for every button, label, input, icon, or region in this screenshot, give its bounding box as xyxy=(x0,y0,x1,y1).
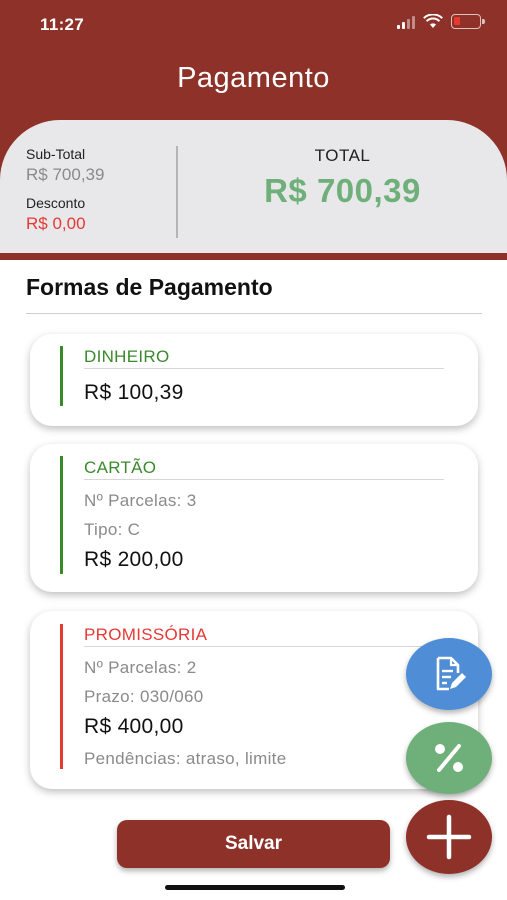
pending-text: Pendências: atraso, limite xyxy=(84,749,287,768)
status-bar-indicator xyxy=(60,624,63,769)
battery-icon xyxy=(451,14,485,29)
payment-method-name: DINHEIRO xyxy=(84,347,170,366)
summary-total: TOTAL R$ 700,39 xyxy=(178,146,507,210)
payment-amount: R$ 100,39 xyxy=(84,381,184,404)
percent-icon xyxy=(435,744,463,772)
subtotal-label: Sub-Total xyxy=(26,146,86,162)
home-indicator[interactable] xyxy=(165,885,345,890)
plus-icon xyxy=(426,814,472,860)
status-icons xyxy=(397,14,485,29)
summary-panel: Sub-Total R$ 700,39 Desconto R$ 0,00 TOT… xyxy=(0,120,507,253)
section-title: Formas de Pagamento xyxy=(26,274,273,300)
payment-card-dinheiro[interactable]: DINHEIRO R$ 100,39 xyxy=(30,334,478,426)
wifi-icon xyxy=(423,14,443,28)
edit-button[interactable] xyxy=(406,638,492,710)
add-payment-button[interactable] xyxy=(406,800,492,874)
app-header: 11:27 Pagamento Sub-Total R$ 700,39 Desc… xyxy=(0,0,507,260)
discount-button[interactable] xyxy=(406,722,492,794)
installments-text: Nº Parcelas: 3 xyxy=(84,491,197,510)
discount-label: Desconto xyxy=(26,195,86,211)
total-value: R$ 700,39 xyxy=(264,172,421,209)
status-bar: 11:27 xyxy=(0,0,507,50)
payment-method-name: CARTÃO xyxy=(84,458,157,477)
term-text: Prazo: 030/060 xyxy=(84,687,204,706)
card-divider xyxy=(84,479,444,480)
status-time: 11:27 xyxy=(40,15,85,34)
page-title: Pagamento xyxy=(177,62,330,94)
status-bar-indicator xyxy=(60,456,63,574)
type-text: Tipo: C xyxy=(84,520,141,539)
payment-card-cartao[interactable]: CARTÃO Nº Parcelas: 3 Tipo: C R$ 200,00 xyxy=(30,444,478,592)
payment-amount: R$ 400,00 xyxy=(84,715,184,738)
status-bar-indicator xyxy=(60,346,63,406)
installments-text: Nº Parcelas: 2 xyxy=(84,658,197,677)
discount-value: R$ 0,00 xyxy=(26,214,86,233)
payment-amount: R$ 200,00 xyxy=(84,548,184,571)
card-divider xyxy=(84,368,444,369)
summary-breakdown: Sub-Total R$ 700,39 Desconto R$ 0,00 xyxy=(26,146,104,234)
subtotal-value: R$ 700,39 xyxy=(26,165,105,184)
save-button[interactable]: Salvar xyxy=(117,820,390,868)
payment-method-name: PROMISSÓRIA xyxy=(84,625,208,644)
section-divider xyxy=(26,313,482,314)
total-label: TOTAL xyxy=(314,146,371,165)
signal-icon xyxy=(397,15,415,29)
card-divider xyxy=(84,646,444,647)
edit-document-icon xyxy=(436,656,466,691)
